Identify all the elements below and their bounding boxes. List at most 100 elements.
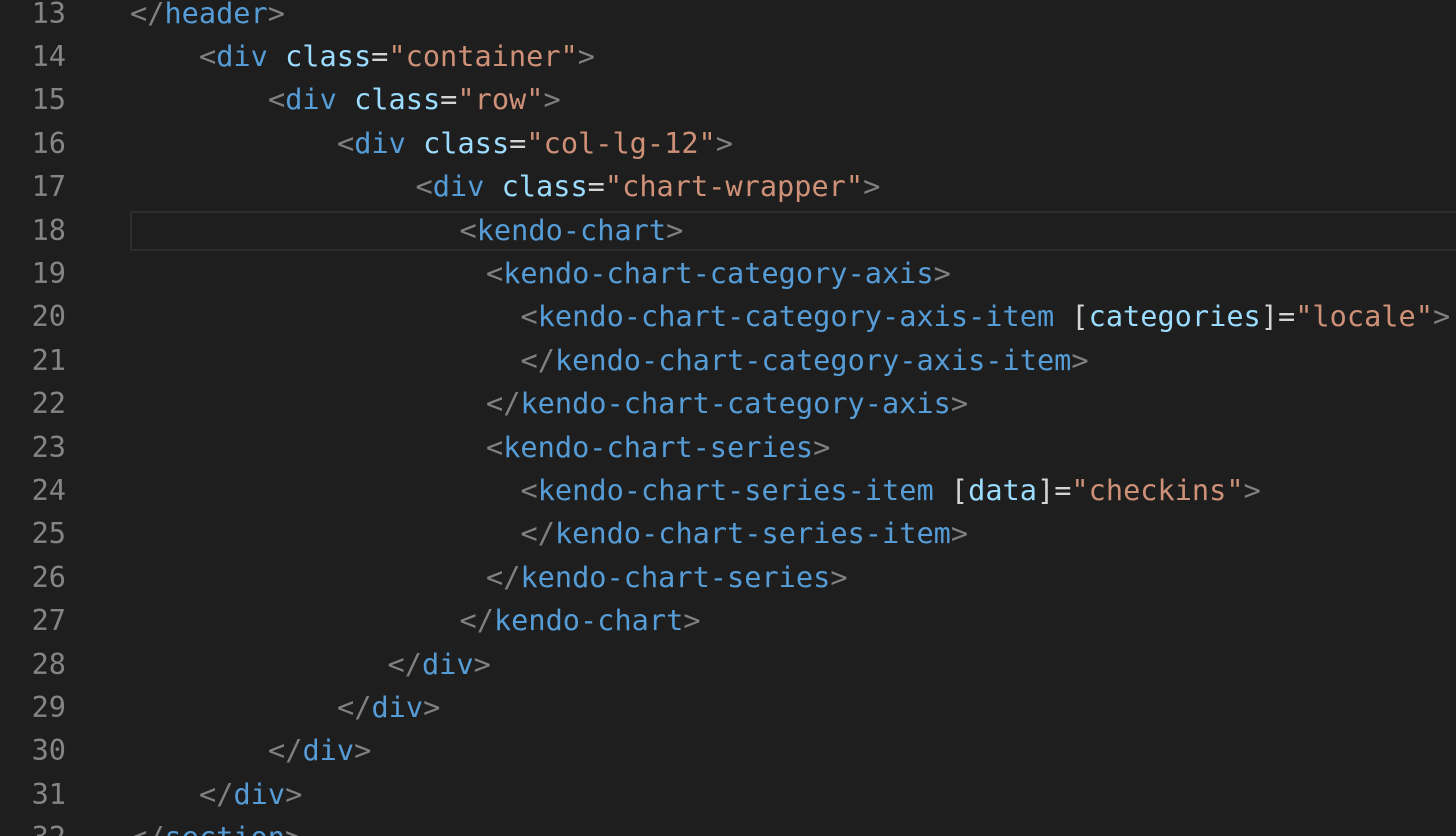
punctuation: = <box>371 38 389 73</box>
bracket: < <box>199 38 217 73</box>
code-line[interactable]: 15 <div class="row"> <box>0 78 1456 121</box>
attribute-name: data <box>968 472 1037 507</box>
line-number: 28 <box>31 646 66 681</box>
bracket: > <box>354 733 372 768</box>
line-number: 31 <box>31 776 66 811</box>
bracket: < <box>486 429 504 464</box>
code-line[interactable]: 28 </div> <box>0 643 1456 686</box>
code-text[interactable]: <div class="container"> <box>199 35 595 78</box>
line-number: 15 <box>31 82 66 117</box>
bracket: > <box>267 0 285 30</box>
tag-name: div <box>216 38 268 73</box>
bracket: </ <box>387 646 422 681</box>
tag-name: kendo-chart-series <box>503 429 814 464</box>
attribute-name: class <box>354 82 441 117</box>
tag-name: kendo-chart-series-item <box>554 516 951 551</box>
code-line[interactable]: 31 </div> <box>0 773 1456 816</box>
code-line[interactable]: 16 <div class="col-lg-12"> <box>0 122 1456 165</box>
code-line[interactable]: 24 <kendo-chart-series-item [data]="check… <box>0 469 1456 512</box>
line-number: 25 <box>31 516 66 551</box>
code-line[interactable]: 22 </kendo-chart-category-axis> <box>0 382 1456 425</box>
code-text[interactable]: <kendo-chart-series-item [data]="checkin… <box>521 469 1261 512</box>
code-line[interactable]: 27 </kendo-chart> <box>0 599 1456 642</box>
code-text[interactable]: </section> <box>130 816 302 836</box>
code-line[interactable]: 21 </kendo-chart-category-axis-item> <box>0 339 1456 382</box>
code-text[interactable]: <div class="row"> <box>268 78 561 121</box>
line-number: 30 <box>31 733 66 768</box>
code-editor[interactable]: 13 </header> 14 <div class="container"> 15 <d… <box>0 0 1456 836</box>
tag-name: header <box>164 0 268 30</box>
tag-name: kendo-chart-category-axis <box>520 386 951 421</box>
line-number: 29 <box>31 689 66 724</box>
code-line[interactable]: 19 <kendo-chart-category-axis> <box>0 252 1456 295</box>
code-text[interactable]: <kendo-chart-series> <box>486 426 830 469</box>
code-text[interactable]: <kendo-chart-category-axis-item [categor… <box>521 295 1451 338</box>
bracket: </ <box>268 733 303 768</box>
bracket: </ <box>130 820 164 836</box>
punctuation <box>268 39 285 73</box>
code-line[interactable]: 20 <kendo-chart-category-axis-item [categ… <box>0 295 1456 338</box>
punctuation: = <box>587 169 605 204</box>
tag-name: div <box>354 125 406 160</box>
bracket: </ <box>199 776 234 811</box>
code-text[interactable]: </div> <box>337 686 440 729</box>
code-line[interactable]: 14 <div class="container"> <box>0 35 1456 78</box>
code-text[interactable]: </kendo-chart> <box>460 599 701 642</box>
bracket: > <box>577 38 595 73</box>
bracket: < <box>415 169 433 204</box>
code-text[interactable]: </kendo-chart-series-item> <box>521 512 969 555</box>
code-text[interactable]: <kendo-chart-category-axis> <box>486 252 951 295</box>
bracket: </ <box>130 0 165 30</box>
line-number: 23 <box>31 429 66 464</box>
punctuation: = <box>440 82 458 117</box>
code-line[interactable]: 29 </div> <box>0 686 1456 729</box>
bracket: > <box>473 646 491 681</box>
code-text[interactable]: </div> <box>388 643 491 686</box>
bracket: </ <box>337 689 372 724</box>
string-value: "row" <box>457 82 544 117</box>
line-number: 19 <box>31 255 66 290</box>
string-value: "col-lg-12" <box>526 125 716 160</box>
bracket: </ <box>486 559 521 594</box>
code-text[interactable]: </kendo-chart-category-axis-item> <box>521 339 1089 382</box>
code-text[interactable]: </div> <box>199 773 302 816</box>
line-number: 32 <box>0 816 66 836</box>
attribute-name: class <box>423 125 510 160</box>
line-number: 20 <box>31 299 66 334</box>
code-line[interactable]: 30 </div> <box>0 729 1456 772</box>
line-number: 24 <box>31 472 66 507</box>
code-line[interactable]: 25 </kendo-chart-series-item> <box>0 512 1456 555</box>
code-line[interactable]: 23 <kendo-chart-series> <box>0 426 1456 469</box>
tag-name: kendo-chart <box>493 603 684 638</box>
code-text[interactable]: </kendo-chart-series> <box>486 556 848 599</box>
bracket: > <box>285 820 302 836</box>
string-value: "checkins" <box>1071 472 1244 507</box>
code-text[interactable]: <kendo-chart> <box>460 209 684 252</box>
code-line[interactable]: 26 </kendo-chart-series> <box>0 556 1456 599</box>
bracket: > <box>423 689 441 724</box>
bracket: > <box>813 429 831 464</box>
line-number: 17 <box>31 169 66 204</box>
code-line[interactable]: 18 <kendo-chart> <box>0 209 1456 252</box>
tag-name: kendo-chart-series <box>520 559 831 594</box>
bracket: </ <box>520 342 555 377</box>
line-number: 18 <box>31 212 66 247</box>
code-line[interactable]: 13 </header> <box>0 0 1456 35</box>
code-line[interactable]: 32 </section> <box>0 816 1456 836</box>
bracket: > <box>683 603 701 638</box>
bracket: > <box>863 169 881 204</box>
tag-name: div <box>233 776 286 811</box>
attribute-name: class <box>501 169 588 204</box>
code-line[interactable]: 17 <div class="chart-wrapper"> <box>0 165 1456 208</box>
code-text[interactable]: </div> <box>268 729 371 772</box>
code-text[interactable]: <div class="col-lg-12"> <box>337 122 733 165</box>
bracket: > <box>950 386 969 421</box>
tag-name: div <box>302 733 355 768</box>
tag-name: div <box>371 689 424 724</box>
code-text[interactable]: </kendo-chart-category-axis> <box>486 382 968 425</box>
tag-name: div <box>285 82 337 117</box>
bracket: > <box>543 82 561 117</box>
code-text[interactable]: </header> <box>130 0 285 35</box>
code-text[interactable]: <div class="chart-wrapper"> <box>416 165 881 208</box>
punctuation: [ <box>933 472 969 507</box>
